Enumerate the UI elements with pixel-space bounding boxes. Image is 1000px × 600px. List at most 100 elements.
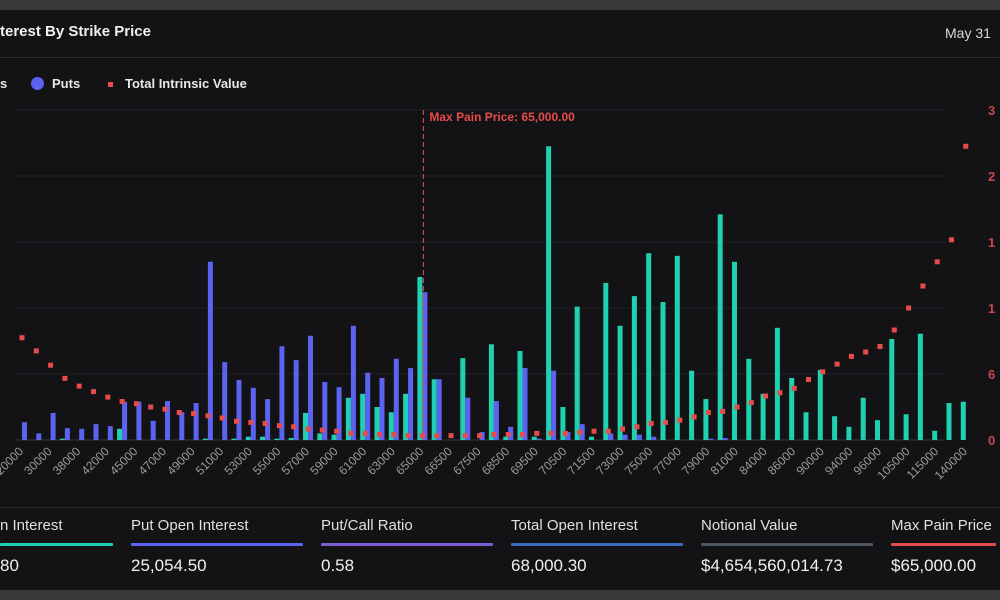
right-axis-tick-label: 2: [988, 169, 995, 184]
intrinsic-value-point: [105, 394, 111, 400]
intrinsic-value-point: [891, 327, 897, 333]
stat-color-bar: [891, 543, 996, 546]
intrinsic-value-point: [291, 424, 297, 430]
intrinsic-value-point: [949, 237, 954, 243]
call-bar: [774, 327, 780, 440]
intrinsic-value-point: [62, 375, 68, 381]
open-interest-chart: 0 6 1 1 2 3 2000030000380004200045000470004900…: [0, 103, 995, 482]
x-tick-label: 68500: [479, 444, 513, 478]
call-bar: [488, 344, 494, 440]
intrinsic-value-point: [648, 421, 654, 426]
stat-card: Notional Value $4,654,560,014.73: [701, 517, 873, 576]
call-bar: [760, 393, 766, 440]
call-bar: [660, 302, 666, 440]
put-bar: [522, 368, 528, 440]
x-tick-label: 94000: [822, 444, 856, 478]
intrinsic-value-point: [663, 419, 668, 425]
intrinsic-value-point: [19, 335, 25, 341]
call-bar: [431, 379, 437, 440]
intrinsic-value-point: [234, 418, 239, 424]
stat-color-bar: [511, 543, 683, 546]
intrinsic-value-point: [348, 430, 354, 436]
x-tick-label: 70500: [536, 444, 570, 478]
x-tick-label: 75000: [622, 444, 656, 478]
intrinsic-value-point: [548, 430, 554, 436]
call-bar: [946, 403, 952, 440]
stat-card: Total Open Interest 68,000.30: [511, 517, 683, 576]
intrinsic-value-point: [48, 362, 54, 368]
call-bar: [875, 420, 880, 440]
call-bar: [503, 436, 509, 440]
put-bar: [107, 426, 113, 440]
put-bar: [350, 325, 356, 440]
call-bar: [832, 416, 838, 440]
intrinsic-value-point: [691, 414, 697, 420]
put-bar: [79, 428, 85, 440]
x-tick-label: 61000: [336, 444, 370, 478]
call-bar: [732, 261, 737, 440]
x-tick-label: 49000: [164, 444, 198, 478]
x-tick-label: 30000: [21, 444, 55, 478]
x-tick-label: 59000: [307, 444, 341, 478]
x-tick-label: 77000: [650, 444, 684, 478]
intrinsic-value-point: [377, 432, 382, 437]
stat-card: Put/Call Ratio 0.58: [321, 517, 493, 576]
put-bar: [622, 434, 628, 440]
call-bar: [417, 276, 423, 440]
intrinsic-value-point: [777, 390, 783, 396]
intrinsic-value-point: [791, 385, 797, 391]
intrinsic-value-point: [462, 433, 468, 439]
stat-color-bar: [321, 543, 493, 546]
intrinsic-value-point: [877, 344, 883, 349]
call-bar: [746, 358, 752, 440]
put-bar: [22, 422, 27, 440]
intrinsic-value-point: [677, 417, 683, 423]
intrinsic-value-point: [148, 404, 154, 410]
intrinsic-value-point: [820, 369, 826, 375]
call-bar: [803, 412, 809, 440]
call-bar: [917, 333, 923, 440]
put-bar: [393, 358, 399, 440]
intrinsic-value-point: [920, 283, 926, 289]
intrinsic-value-point: [748, 400, 754, 406]
put-bar: [50, 412, 56, 440]
right-axis-tick-label: 1: [988, 301, 995, 316]
intrinsic-value-point: [162, 406, 168, 412]
intrinsic-value-point: [262, 421, 268, 426]
call-bar: [617, 325, 623, 440]
intrinsic-value-point: [848, 353, 854, 359]
call-bar: [860, 397, 866, 440]
x-tick-label: 66500: [422, 444, 456, 478]
call-bar: [717, 214, 723, 440]
intrinsic-value-point: [477, 433, 483, 439]
call-bar: [403, 393, 409, 440]
right-axis-tick-label: 6: [988, 367, 995, 382]
intrinsic-value-point: [219, 415, 225, 421]
intrinsic-value-point: [205, 413, 211, 419]
intrinsic-value-point: [448, 433, 454, 439]
put-bar: [722, 438, 728, 440]
call-bar: [59, 438, 65, 440]
x-tick-label: 47000: [136, 444, 170, 478]
intrinsic-value-point: [520, 432, 525, 437]
put-bar: [265, 399, 271, 440]
put-bar: [179, 412, 185, 440]
intrinsic-value-point: [176, 410, 182, 415]
stat-value: 80: [0, 556, 19, 575]
call-bar: [531, 436, 537, 440]
put-bar: [708, 438, 714, 440]
x-tick-label: 71500: [565, 444, 599, 478]
put-bar: [436, 379, 442, 440]
intrinsic-value-point: [720, 408, 726, 414]
x-tick-label: 53000: [221, 444, 255, 478]
call-bar: [960, 401, 966, 440]
stat-label: Put/Call Ratio: [321, 517, 413, 534]
intrinsic-value-point: [906, 305, 912, 311]
call-bar: [689, 370, 695, 440]
intrinsic-value-point: [963, 143, 969, 149]
call-bar: [817, 370, 823, 440]
put-bar: [150, 420, 156, 440]
x-tick-label: 45000: [107, 444, 141, 478]
intrinsic-value-point: [319, 427, 325, 433]
put-bar: [207, 261, 213, 440]
